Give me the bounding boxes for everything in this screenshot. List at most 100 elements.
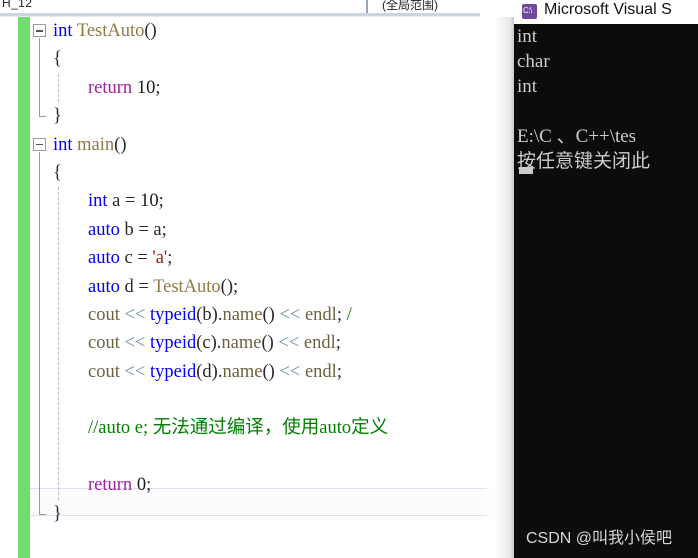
console-cursor (519, 167, 533, 174)
code-token: } (53, 503, 62, 524)
code-line[interactable]: cout << typeid(d).name() << endl; (33, 358, 514, 386)
code-token: () (114, 134, 127, 155)
code-token: int (53, 134, 73, 155)
code-token: //auto e; 无法通过编译，使用auto定义 (88, 418, 389, 439)
code-token: TestAuto (76, 21, 145, 41)
code-token: auto (88, 248, 120, 269)
code-line[interactable]: } (33, 102, 514, 130)
code-token: << (124, 304, 146, 325)
code-token: return (88, 475, 133, 496)
console-app-icon-label: C:\ (523, 6, 532, 15)
code-token: (); (220, 276, 239, 297)
code-token: () (261, 333, 274, 354)
code-token: a = (107, 191, 141, 212)
editor-right-edge-fade (480, 17, 514, 558)
console-output-line: char (517, 51, 550, 72)
code-token: endl (303, 333, 336, 354)
code-line[interactable]: int a = 10; (33, 187, 514, 215)
fold-region-line (39, 38, 40, 117)
code-token: (d) (196, 361, 218, 382)
editor-navigation-bar: H_12 (全局范围) (0, 0, 514, 17)
code-token: main (77, 134, 115, 155)
code-token: auto (88, 276, 120, 297)
code-line[interactable]: auto c = 'a'; (33, 244, 514, 272)
code-line[interactable]: return 0; (33, 471, 514, 499)
code-token: ; (146, 475, 152, 496)
code-token: ; (335, 333, 341, 354)
code-line[interactable]: cout << typeid(c).name() << endl; (33, 329, 514, 357)
code-token: << (279, 361, 301, 382)
code-line[interactable]: { (33, 159, 514, 187)
console-window[interactable]: C:\ Microsoft Visual S int char int E:\C 、C… (514, 0, 698, 558)
fold-region-end-tick (39, 116, 46, 118)
console-app-icon: C:\ (522, 4, 537, 19)
code-token: () (144, 21, 157, 41)
code-token: ; (155, 77, 161, 98)
navigation-scope-dropdown-right[interactable]: (全局范围) (382, 0, 438, 13)
change-tracking-bar (18, 17, 30, 558)
code-line[interactable]: int main() (33, 131, 514, 159)
console-output-line: 按任意键关闭此 (517, 151, 651, 172)
console-title-bar[interactable]: C:\ Microsoft Visual S (514, 0, 698, 24)
code-token: ; (336, 361, 342, 382)
code-token: << (278, 333, 300, 354)
code-token: int (53, 21, 73, 41)
code-token: cout (88, 361, 120, 382)
code-token: endl (304, 361, 337, 382)
code-line[interactable] (33, 443, 514, 471)
code-token: b = a; (119, 219, 167, 240)
code-token: name (222, 304, 263, 325)
code-token: return (88, 77, 133, 98)
code-token: cout (88, 304, 120, 325)
indent-guide (58, 73, 59, 103)
fold-collapse-icon[interactable] (33, 24, 46, 37)
code-token: d = (119, 276, 154, 297)
code-line[interactable]: auto d = TestAuto(); (33, 273, 514, 301)
code-token: auto (88, 219, 120, 240)
code-token: () (262, 361, 275, 382)
code-token: () (262, 304, 275, 325)
csdn-watermark: CSDN @叫我小侯吧 (526, 530, 673, 547)
code-line[interactable]: int TestAuto() (33, 17, 514, 45)
fold-collapse-icon[interactable] (33, 137, 46, 151)
code-line[interactable]: return 10; (33, 74, 514, 102)
code-token: 0 (136, 475, 147, 496)
code-line[interactable]: { (33, 45, 514, 73)
code-token: typeid (149, 304, 197, 325)
code-token: TestAuto (153, 276, 221, 297)
code-token: (c) (196, 333, 217, 354)
navigation-scope-dropdown-left[interactable]: H_12 (2, 0, 32, 10)
code-token: { (53, 162, 62, 183)
code-token: ; (167, 248, 173, 269)
code-line[interactable]: cout << typeid(b).name() << endl; / (33, 301, 514, 329)
code-line[interactable]: } (33, 500, 514, 528)
code-token: name (221, 333, 262, 354)
code-token: cout (88, 333, 120, 354)
console-output-area: int char int E:\C 、C++\tes 按任意键关闭此 (514, 24, 698, 558)
code-token: endl (304, 304, 337, 325)
console-window-title: Microsoft Visual S (544, 1, 672, 18)
code-token: { (53, 49, 62, 70)
code-token: name (222, 361, 263, 382)
code-token: c = (119, 248, 153, 269)
code-token: int (88, 191, 108, 212)
code-token: / (341, 304, 352, 325)
code-token: } (53, 106, 62, 127)
visual-studio-editor-pane: H_12 (全局范围) int TestAuto(){return 10;} in… (0, 0, 514, 558)
code-line[interactable] (33, 386, 514, 414)
indent-guide (58, 187, 59, 500)
console-output-line: int (517, 26, 538, 47)
code-token: << (124, 333, 146, 354)
code-token: << (279, 304, 301, 325)
code-token: 10 (136, 77, 156, 98)
code-line[interactable]: auto b = a; (33, 216, 514, 244)
code-editor-surface[interactable]: int TestAuto(){return 10;} int main(){int… (0, 17, 514, 558)
code-token: (b) (196, 304, 218, 325)
fold-region-end-tick (39, 513, 46, 515)
code-line[interactable]: //auto e; 无法通过编译，使用auto定义 (33, 414, 514, 442)
screenshot-root: H_12 (全局范围) int TestAuto(){return 10;} in… (0, 0, 698, 558)
console-output-line: int (517, 76, 538, 97)
code-token: typeid (149, 333, 197, 354)
code-lines-container[interactable]: int TestAuto(){return 10;} int main(){int… (33, 17, 514, 558)
